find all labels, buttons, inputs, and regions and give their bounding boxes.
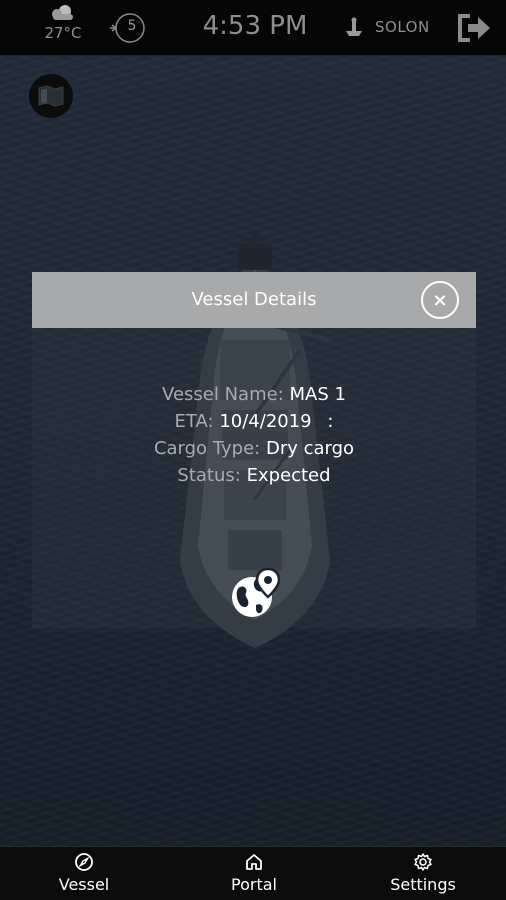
status-value: Expected (246, 465, 331, 486)
dialog-header: Vessel Details × (32, 272, 476, 328)
clock-time: 4:53 PM (202, 11, 308, 41)
location-widget[interactable]: SOLON (345, 12, 430, 42)
cargo-type-value: Dry cargo (265, 438, 355, 459)
temperature-value: 27°C (44, 24, 82, 42)
eta-value: 10/4/2019 (219, 411, 312, 432)
eta-row: ETA: 10/4/2019 : (32, 408, 476, 435)
wind-widget[interactable]: 5 (108, 12, 146, 46)
globe-pin-icon (232, 567, 281, 617)
nav-label-portal: Portal (231, 875, 277, 894)
location-name: SOLON (375, 18, 430, 36)
cargo-type-label: Cargo Type: (153, 438, 261, 459)
dialog-title: Vessel Details (191, 289, 317, 310)
nav-label-settings: Settings (390, 875, 456, 894)
vessel-details: Vessel Name: MAS 1 ETA: 10/4/2019 : Carg… (32, 381, 476, 489)
status-bar: 27°C 5 4:53 PM SOLON (0, 0, 506, 56)
cargo-type-row: Cargo Type: Dry cargo (32, 435, 476, 462)
compass-icon (75, 853, 93, 871)
bottom-navigation: Vessel Portal Settings (0, 846, 506, 900)
home-icon (246, 854, 262, 870)
eta-suffix: : (327, 411, 334, 432)
vessel-location-button[interactable] (226, 563, 284, 621)
map-icon (38, 85, 64, 107)
nav-item-vessel[interactable]: Vessel (39, 852, 129, 898)
wind-speed-value: 5 (127, 18, 137, 34)
logout-icon (458, 14, 490, 42)
logout-button[interactable] (456, 12, 492, 44)
cloud-icon (52, 5, 73, 20)
weather-widget[interactable]: 27°C (38, 4, 88, 54)
status-label: Status: (177, 465, 241, 486)
vessel-name-row: Vessel Name: MAS 1 (32, 381, 476, 408)
close-icon: × (432, 289, 448, 311)
nav-label-vessel: Vessel (58, 875, 110, 894)
nav-item-settings[interactable]: Settings (378, 852, 468, 898)
close-button[interactable]: × (421, 281, 459, 319)
nav-item-portal[interactable]: Portal (209, 852, 299, 898)
map-toggle-button[interactable] (29, 74, 73, 118)
anchor-icon (346, 17, 362, 36)
eta-label: ETA: (174, 411, 214, 432)
vessel-name-value: MAS 1 (289, 384, 346, 405)
vessel-name-label: Vessel Name: (162, 384, 284, 405)
status-row: Status: Expected (32, 462, 476, 489)
gear-icon (414, 853, 432, 871)
